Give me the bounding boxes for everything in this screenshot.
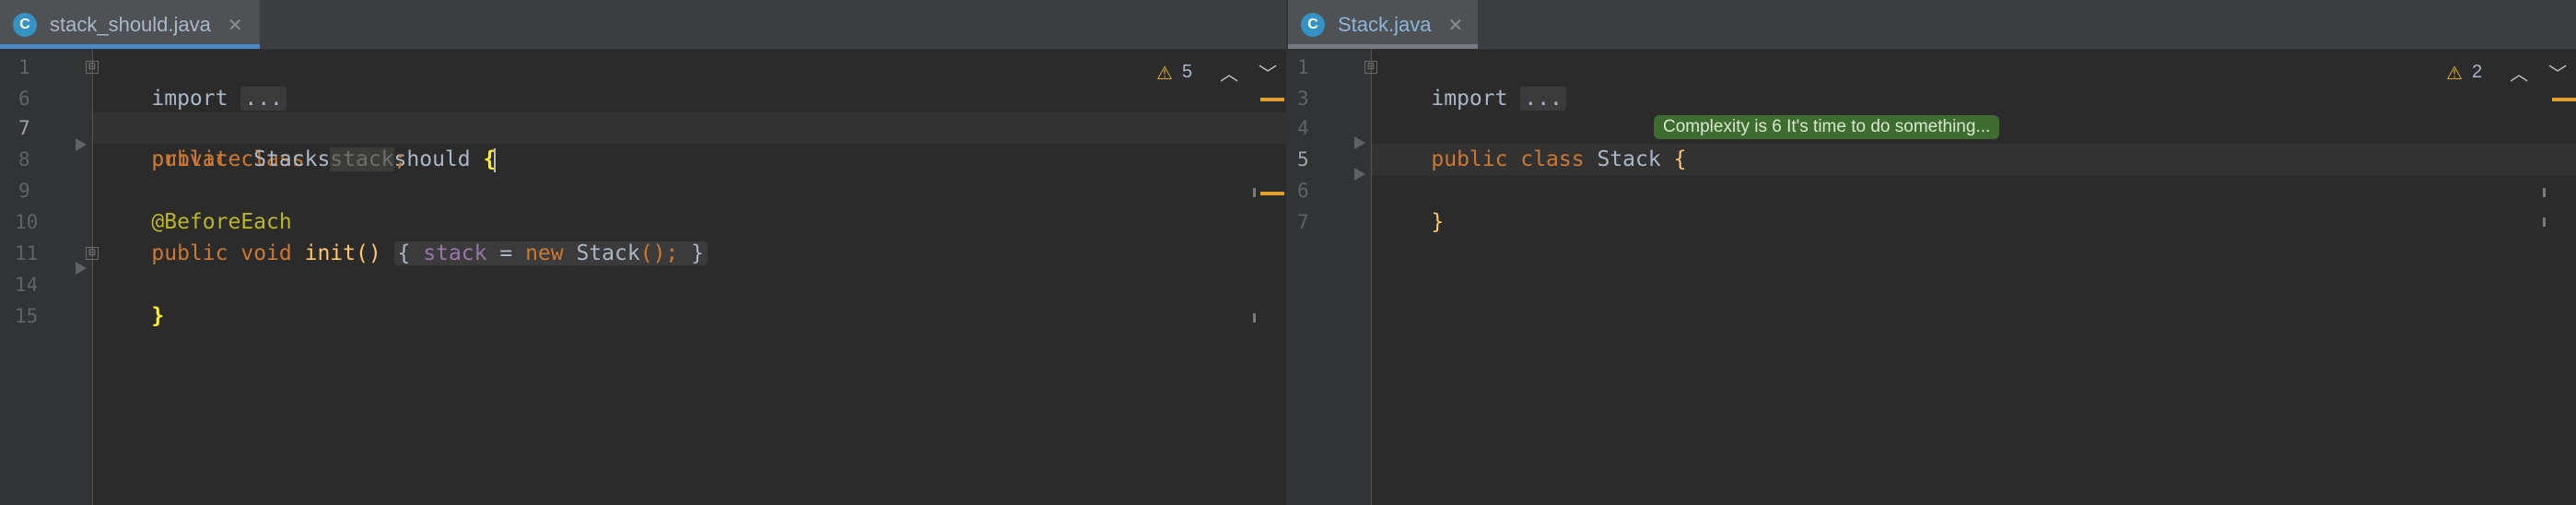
brace: } [1431,210,1445,234]
gutter-separator [1371,50,1372,505]
complexity-inlay-hint[interactable]: Complexity is 6 It's time to do somethin… [1654,115,2000,139]
type-name: Stack [253,147,318,171]
chevron-down-icon[interactable]: ﹀ [2543,59,2572,86]
fold-toggle-icon[interactable]: ⊟ [86,61,99,74]
field-ref: stack [423,241,487,265]
close-icon[interactable]: ✕ [1448,14,1464,36]
error-stripe-tick [2543,188,2546,197]
keyword: public [151,241,228,265]
tab-stack-should-java[interactable]: C stack_should.java ✕ [0,0,260,49]
unused-field: stack [330,147,394,171]
keyword-import: import [1431,87,1508,111]
line-number: 6 [1297,180,1309,202]
left-editor-pane: C stack_should.java ✕ 1 6 7 8 9 10 11 14… [0,0,1286,505]
error-stripe-mark[interactable] [1260,98,1284,101]
call: (); [639,241,679,265]
brace: { [1673,147,1687,171]
keyword: void [240,241,292,265]
line-number: 15 [15,305,39,327]
tab-label: stack_should.java [50,12,211,36]
error-stripe-tick [2543,217,2546,227]
java-class-icon: C [13,12,37,37]
tab-indicator [1288,44,1478,49]
type-name: Stack [576,241,640,265]
chevron-up-icon[interactable]: ︿ [2504,59,2534,86]
java-class-icon: C [1301,12,1325,37]
tab-label: Stack.java [1338,12,1432,36]
chevron-up-icon[interactable]: ︿ [1214,59,1244,86]
keyword: public [1431,147,1508,171]
line-number: 10 [15,211,39,233]
code-line-10[interactable]: @BeforeEach [100,206,292,238]
right-tab-bar: C Stack.java ✕ [1288,0,2576,50]
error-stripe-mark[interactable] [2552,98,2576,101]
fold-toggle-icon[interactable]: ⊟ [1364,61,1377,74]
keyword: private [151,147,241,171]
keyword: new [525,241,564,265]
folded-imports[interactable]: ... [1520,87,1566,111]
chevron-down-icon[interactable]: ﹀ [1253,59,1282,86]
line-number: 3 [1297,88,1309,110]
warning-count: 2 [2471,62,2483,82]
line-number: 11 [15,242,39,264]
text-caret [494,147,497,172]
brace: } [691,241,704,265]
left-gutter [0,50,92,505]
brace: } [151,304,165,328]
line-number-current: 7 [18,117,30,139]
line-number: 1 [18,56,30,78]
line-number: 4 [1297,117,1309,139]
line-number: 7 [1297,211,1309,233]
inspections-widget[interactable]: ⚠ 5 ︿ ﹀ [1156,59,1282,86]
class-name: Stack [1597,147,1661,171]
folded-block-open[interactable]: { stack = new Stack(); } [393,241,708,265]
implement-marker-icon[interactable] [76,138,87,151]
brace: { [397,241,411,265]
error-stripe-tick [1253,188,1256,197]
code-line-11[interactable]: public void init() { stack = new Stack()… [100,238,708,269]
annotation: @BeforeEach [151,210,292,234]
right-editor-pane: C Stack.java ✕ 1 3 4 5 6 7 ⊟ import ... … [1288,0,2576,505]
implement-marker-icon[interactable] [1354,168,1365,181]
active-tab-indicator [0,44,260,49]
warning-triangle-icon: ⚠ [1156,61,1173,84]
parens: () [355,241,381,265]
method-name: init [304,241,356,265]
semicolon: ; [393,147,407,171]
fold-toggle-icon[interactable]: ⊟ [86,247,99,260]
error-stripe-tick [1253,313,1256,323]
implement-marker-icon[interactable] [76,262,87,275]
line-number: 9 [18,180,30,202]
code-line-14[interactable]: } [100,269,164,363]
line-number: 6 [18,88,30,110]
line-number: 14 [15,274,39,296]
line-number: 1 [1297,56,1309,78]
warning-triangle-icon: ⚠ [2446,61,2463,84]
implement-marker-icon[interactable] [1354,136,1365,149]
code-line-6[interactable]: } [1380,175,1444,269]
error-stripe-mark[interactable] [1260,192,1284,195]
line-number: 8 [18,148,30,170]
keyword-import: import [151,87,228,111]
keyword: class [1520,147,1585,171]
left-tab-bar: C stack_should.java ✕ [0,0,1286,50]
operator: = [486,241,526,265]
folded-imports[interactable]: ... [240,87,287,111]
close-icon[interactable]: ✕ [228,14,243,36]
inspections-widget[interactable]: ⚠ 2 ︿ ﹀ [2446,59,2572,86]
warning-count: 5 [1181,62,1193,82]
line-number-current: 5 [1297,148,1309,170]
tab-stack-java[interactable]: C Stack.java ✕ [1288,0,1478,49]
code-line-8[interactable]: private Stack stack; [100,144,406,175]
